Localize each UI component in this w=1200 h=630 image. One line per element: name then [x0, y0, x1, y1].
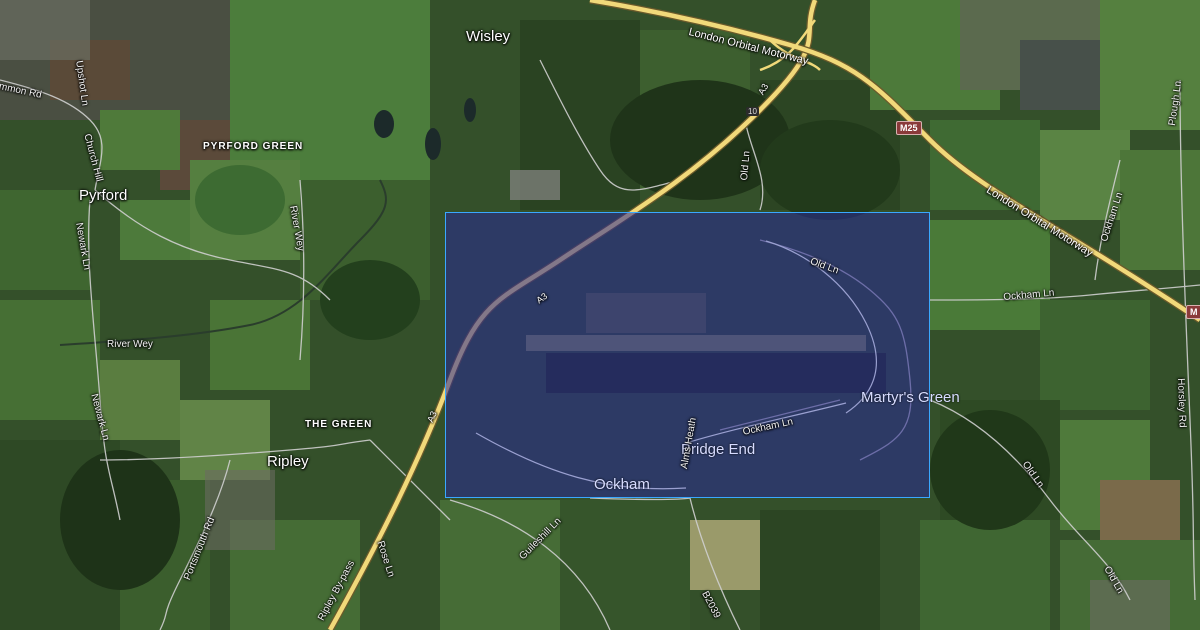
place-pyrford-green[interactable]: PYRFORD GREEN	[203, 142, 303, 152]
m25-shield: M25	[896, 121, 922, 135]
road-river-wey-west: River Wey	[107, 339, 153, 350]
road-horsley-rd: Horsley Rd	[1175, 377, 1188, 428]
place-ockham[interactable]: Ockham	[594, 477, 650, 492]
m25-shield-edge: M	[1186, 305, 1200, 319]
place-the-green[interactable]: THE GREEN	[305, 420, 372, 430]
map-canvas[interactable]: M25 M 10 Wisley Pyrford PYRFORD GREEN Ri…	[0, 0, 1200, 630]
junction-10-marker: 10	[746, 107, 759, 116]
place-martyrs-green[interactable]: Martyr's Green	[861, 390, 960, 405]
place-pyrford[interactable]: Pyrford	[79, 188, 127, 203]
place-ripley[interactable]: Ripley	[267, 454, 309, 469]
place-wisley[interactable]: Wisley	[466, 29, 510, 44]
